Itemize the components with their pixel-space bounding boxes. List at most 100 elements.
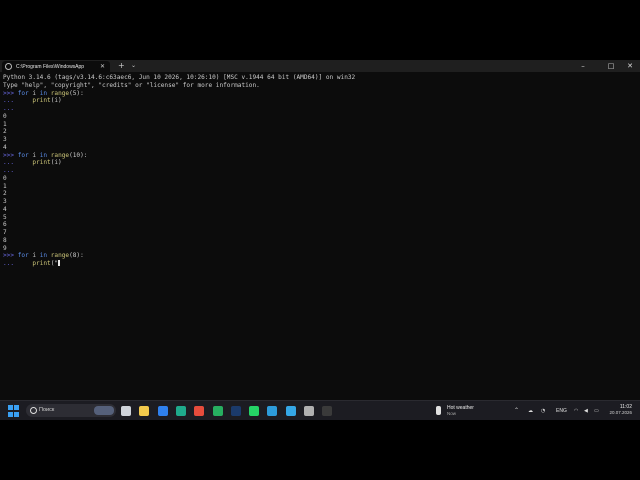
- whatsapp-icon[interactable]: [249, 406, 260, 416]
- code-token: Python 3.14.6 (tags/v3.14.6:c63aec6, Jun…: [3, 74, 356, 81]
- taskbar-search[interactable]: Поиск: [26, 404, 116, 417]
- code-token: i: [28, 89, 40, 97]
- code-token: (8):: [69, 252, 84, 260]
- settings-icon[interactable]: [304, 406, 314, 416]
- spreadsheet-icon[interactable]: [212, 406, 223, 416]
- prompt-marker: >>>: [3, 151, 18, 159]
- code-token: 3: [3, 198, 7, 205]
- terminal-line: 1: [3, 183, 637, 191]
- notification-icon[interactable]: ◔: [541, 408, 545, 414]
- terminal-line: 7: [3, 229, 637, 237]
- clock[interactable]: 11:02 20.07.2026: [609, 404, 632, 415]
- terminal-line: >>> for i in range(8):: [3, 252, 637, 260]
- new-tab-button[interactable]: +: [118, 60, 125, 72]
- language-indicator[interactable]: ENG: [556, 408, 567, 414]
- code-token: print: [32, 97, 51, 105]
- code-token: 1: [3, 120, 7, 128]
- terminal-line: Type "help", "copyright", "credits" or "…: [3, 82, 637, 90]
- photoshop-icon[interactable]: [230, 406, 241, 416]
- start-button[interactable]: [8, 405, 19, 418]
- tab-title: C:\Program Files\WindowsApp: [16, 63, 85, 70]
- code-token: print: [32, 260, 51, 267]
- terminal-line: Python 3.14.6 (tags/v3.14.6:c63aec6, Jun…: [3, 74, 637, 82]
- tab-dropdown-icon[interactable]: ⌄: [131, 60, 136, 72]
- text-cursor: [58, 260, 61, 266]
- terminal-line: >>> for i in range(10):: [3, 152, 637, 160]
- network-icon[interactable]: ☁: [528, 408, 533, 414]
- thermometer-icon: [436, 406, 441, 415]
- close-button[interactable]: ✕: [622, 60, 638, 72]
- terminal-line: 2: [3, 128, 637, 136]
- terminal-icon[interactable]: [322, 406, 333, 416]
- terminal-line: 0: [3, 175, 637, 183]
- code-token: (10):: [69, 151, 88, 159]
- code-token: range: [50, 252, 70, 260]
- terminal-line: 2: [3, 190, 637, 198]
- code-token: 9: [3, 244, 7, 252]
- code-token: 7: [3, 229, 7, 236]
- continuation-marker: ...: [3, 167, 15, 174]
- code-token: range: [50, 151, 70, 159]
- code-token: (i): [50, 159, 62, 167]
- code-token: 5: [3, 213, 7, 221]
- file-explorer-icon[interactable]: [139, 406, 150, 416]
- terminal-line: ...: [3, 167, 637, 175]
- terminal-output[interactable]: Python 3.14.6 (tags/v3.14.6:c63aec6, Jun…: [3, 74, 637, 268]
- tab-close-icon[interactable]: ✕: [100, 63, 105, 70]
- battery-icon[interactable]: ▭: [594, 408, 599, 414]
- terminal-line: 1: [3, 121, 637, 129]
- task-view-icon[interactable]: [121, 406, 131, 416]
- terminal-line: 4: [3, 144, 637, 152]
- terminal-line: ... print(": [3, 260, 637, 268]
- search-placeholder: Поиск: [39, 407, 55, 413]
- clock-date: 20.07.2026: [609, 410, 632, 415]
- code-token: i: [28, 252, 40, 260]
- continuation-marker: ...: [3, 260, 33, 267]
- minimize-button[interactable]: –: [575, 60, 591, 72]
- continuation-marker: ...: [3, 159, 33, 167]
- code-token: Type "help", "copyright", "credits" or "…: [3, 81, 260, 89]
- code-token: (5):: [69, 89, 84, 97]
- terminal-line: 4: [3, 206, 637, 214]
- code-token: in: [39, 252, 48, 260]
- chrome-icon[interactable]: [194, 406, 205, 416]
- maximize-button[interactable]: □: [603, 60, 619, 72]
- code-token: 0: [3, 112, 7, 120]
- prompt-marker: >>>: [3, 252, 18, 260]
- code-token: 6: [3, 221, 7, 229]
- search-highlight-image: [94, 406, 114, 415]
- terminal-line: 3: [3, 136, 637, 144]
- code-token: 3: [3, 136, 7, 143]
- code-token: 0: [3, 174, 7, 182]
- tray-overflow-icon[interactable]: ⌃: [514, 408, 519, 414]
- terminal-line: 9: [3, 245, 637, 253]
- code-token: 2: [3, 190, 7, 198]
- terminal-tab[interactable]: C:\Program Files\WindowsApp ✕: [2, 61, 110, 72]
- python-icon: [5, 63, 12, 70]
- windows-logo-icon: [8, 405, 13, 410]
- code-token: 4: [3, 143, 7, 151]
- code-token: for: [17, 151, 29, 159]
- terminal-line: ... print(i): [3, 159, 637, 167]
- terminal-line: 3: [3, 198, 637, 206]
- code-token: print: [32, 159, 51, 167]
- terminal-line: 0: [3, 113, 637, 121]
- taskbar: Поиск Hot weather Now ⌃ ☁ ◔ ENG ◠ ◀ ▭ 11…: [0, 400, 640, 420]
- code-token: i: [28, 151, 40, 159]
- phone-link-icon[interactable]: [267, 406, 278, 416]
- prompt-marker: >>>: [3, 89, 18, 97]
- wifi-icon[interactable]: ◠: [574, 408, 578, 414]
- code-token: 8: [3, 236, 7, 244]
- code-token: (": [50, 260, 59, 267]
- weather-widget[interactable]: Hot weather Now: [436, 404, 486, 417]
- edge-icon[interactable]: [175, 406, 186, 416]
- volume-icon[interactable]: ◀: [584, 408, 588, 414]
- weather-subtitle: Now: [447, 411, 457, 416]
- code-token: 1: [3, 182, 7, 190]
- terminal-line: 6: [3, 221, 637, 229]
- onedrive-icon[interactable]: [157, 406, 168, 416]
- code-token: 2: [3, 128, 7, 136]
- title-bar: C:\Program Files\WindowsApp ✕ + ⌄ – □ ✕: [0, 60, 640, 72]
- search-icon: [30, 407, 37, 414]
- azure-icon[interactable]: [285, 406, 296, 416]
